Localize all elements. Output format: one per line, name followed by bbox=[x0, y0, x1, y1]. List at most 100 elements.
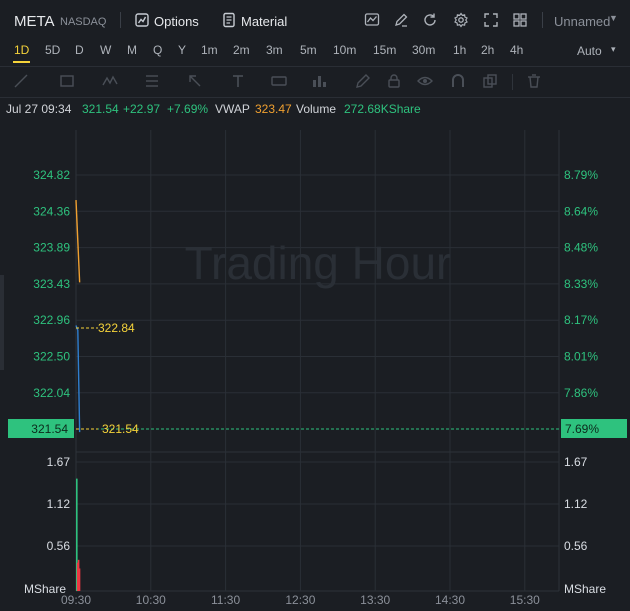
marker-label: 321.54 bbox=[102, 422, 139, 436]
timeframe-2h[interactable]: 2h bbox=[481, 43, 494, 57]
price-tick-label: 324.36 bbox=[33, 204, 70, 218]
time-tick-label: 10:30 bbox=[136, 593, 166, 607]
chart-header: META NASDAQ Options Material Unnamed ▼ bbox=[0, 0, 630, 40]
volume-tick-label-left: 1.67 bbox=[47, 455, 71, 469]
volume-tick-label-left: 1.12 bbox=[47, 497, 71, 511]
symbol-name[interactable]: META bbox=[14, 13, 55, 30]
scale-mode-dropdown[interactable]: Auto bbox=[577, 44, 602, 58]
pct-tick-label: 8.64% bbox=[564, 204, 598, 218]
info-price: 321.54 bbox=[82, 102, 119, 116]
settings-gear-icon[interactable] bbox=[453, 12, 469, 28]
price-chart[interactable]: Trading Hour 324.82 324.36 323.89 323.43 322… bbox=[0, 130, 630, 611]
marker-label: 322.84 bbox=[98, 321, 135, 335]
price-markers: 322.84 321.54 bbox=[76, 321, 559, 436]
timeframe-1D[interactable]: 1D bbox=[14, 43, 29, 57]
ohlc-info-line: Jul 27 09:34 321.54 +22.97 +7.69% VWAP 3… bbox=[0, 100, 630, 118]
arrow-tool-icon[interactable] bbox=[186, 72, 204, 90]
info-change-pct: +7.69% bbox=[167, 102, 209, 116]
trash-icon[interactable] bbox=[525, 72, 543, 90]
bars-tool-icon[interactable] bbox=[310, 72, 328, 90]
divider bbox=[542, 12, 543, 28]
price-line bbox=[75, 325, 81, 433]
vwap-value: 323.47 bbox=[255, 102, 292, 116]
drawing-toolbar bbox=[0, 66, 630, 98]
pct-tick-label: 8.01% bbox=[564, 350, 598, 364]
active-timeframe-underline bbox=[13, 61, 30, 63]
timeframe-1m[interactable]: 1m bbox=[201, 43, 218, 57]
timeframe-4h[interactable]: 4h bbox=[510, 43, 523, 57]
timeframe-1h[interactable]: 1h bbox=[453, 43, 466, 57]
percent-axis: 8.79% 8.64% 8.48% 8.33% 8.17% 8.01% 7.86% bbox=[564, 168, 598, 400]
watermark: Trading Hour bbox=[185, 237, 452, 289]
divider bbox=[120, 12, 121, 28]
volume-unit-left: MShare bbox=[24, 582, 66, 596]
material-button[interactable]: Material bbox=[241, 14, 287, 29]
time-tick-label: 11:30 bbox=[211, 593, 240, 607]
time-tick-label: 13:30 bbox=[360, 593, 390, 607]
draw-pen-icon[interactable] bbox=[393, 12, 409, 28]
price-series bbox=[75, 200, 81, 433]
refresh-icon[interactable] bbox=[422, 12, 438, 28]
volume-label: Volume bbox=[296, 102, 337, 116]
fullscreen-icon[interactable] bbox=[483, 12, 499, 28]
price-tick-label: 322.04 bbox=[33, 386, 70, 400]
layout-grid-icon[interactable] bbox=[512, 12, 528, 28]
chevron-down-icon[interactable]: ▾ bbox=[611, 44, 616, 55]
magnet-icon[interactable] bbox=[449, 72, 467, 90]
timeframe-M[interactable]: M bbox=[127, 43, 137, 57]
timeframe-30m[interactable]: 30m bbox=[412, 43, 435, 57]
price-tick-label: 323.89 bbox=[33, 241, 70, 255]
price-tick-label: 322.96 bbox=[33, 313, 70, 327]
copy-icon[interactable] bbox=[481, 72, 499, 90]
volume-bars bbox=[76, 478, 81, 591]
pattern-tool-icon[interactable] bbox=[101, 72, 119, 90]
layout-name-dropdown[interactable]: Unnamed bbox=[554, 14, 610, 29]
vwap-label: VWAP bbox=[215, 102, 250, 116]
trend-line-tool-icon[interactable] bbox=[12, 72, 30, 90]
indicator-icon[interactable] bbox=[364, 12, 380, 28]
volume-unit-right: MShare bbox=[564, 582, 606, 596]
vwap-line bbox=[75, 200, 81, 283]
material-icon[interactable] bbox=[221, 12, 237, 28]
timeframe-10m[interactable]: 10m bbox=[333, 43, 356, 57]
timeframe-2m[interactable]: 2m bbox=[233, 43, 250, 57]
divider bbox=[512, 74, 513, 90]
text-tool-icon[interactable] bbox=[229, 72, 247, 90]
timeframe-Q[interactable]: Q bbox=[153, 43, 162, 57]
timeframe-3m[interactable]: 3m bbox=[266, 43, 283, 57]
pencil-tool-icon[interactable] bbox=[354, 72, 372, 90]
time-tick-label: 15:30 bbox=[510, 593, 540, 607]
volume-tick-label-right: 1.67 bbox=[564, 455, 588, 469]
timeframe-W[interactable]: W bbox=[100, 43, 111, 57]
volume-tick-label-right: 0.56 bbox=[564, 539, 588, 553]
options-button[interactable]: Options bbox=[154, 14, 199, 29]
timeframe-5m[interactable]: 5m bbox=[300, 43, 317, 57]
time-axis: 09:30 10:30 11:30 12:30 13:30 14:30 15:30 bbox=[61, 593, 540, 607]
chart-grid bbox=[75, 130, 560, 592]
info-datetime: Jul 27 09:34 bbox=[6, 102, 72, 116]
volume-bar bbox=[78, 568, 81, 591]
time-tick-label: 12:30 bbox=[285, 593, 315, 607]
price-tick-label: 324.82 bbox=[33, 168, 70, 182]
fib-tool-icon[interactable] bbox=[143, 72, 161, 90]
pct-tick-label: 8.17% bbox=[564, 313, 598, 327]
timeframe-Y[interactable]: Y bbox=[178, 43, 186, 57]
pct-tick-label: 8.48% bbox=[564, 241, 598, 255]
pct-tick-label: 8.33% bbox=[564, 277, 598, 291]
current-price-label: 321.54 bbox=[31, 422, 68, 436]
price-tick-label: 322.50 bbox=[33, 350, 70, 364]
price-tick-label: 323.43 bbox=[33, 277, 70, 291]
pct-tick-label: 8.79% bbox=[564, 168, 598, 182]
current-pct-label: 7.69% bbox=[565, 422, 599, 436]
eye-icon[interactable] bbox=[416, 72, 434, 90]
options-icon[interactable] bbox=[134, 12, 150, 28]
price-axis: 324.82 324.36 323.89 323.43 322.96 322.50 322.… bbox=[33, 168, 70, 400]
lock-icon[interactable] bbox=[385, 72, 403, 90]
timeframe-15m[interactable]: 15m bbox=[373, 43, 396, 57]
chevron-down-icon[interactable]: ▼ bbox=[609, 13, 618, 23]
timeframe-5D[interactable]: 5D bbox=[45, 43, 60, 57]
timeframe-D[interactable]: D bbox=[75, 43, 84, 57]
measure-tool-icon[interactable] bbox=[270, 72, 288, 90]
info-change: +22.97 bbox=[123, 102, 161, 116]
rectangle-tool-icon[interactable] bbox=[58, 72, 76, 90]
